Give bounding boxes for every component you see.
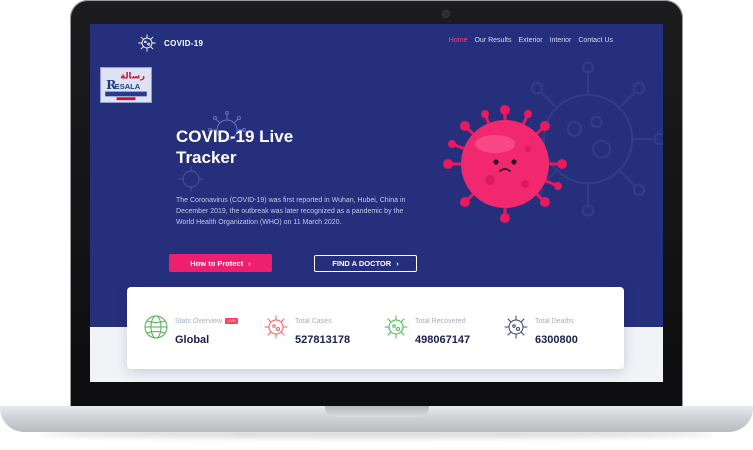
hero-description: The Coronavirus (COVID-19) was first rep… xyxy=(176,197,406,226)
outline-virus-small-icon xyxy=(178,166,204,192)
how-to-protect-button[interactable]: How to Protect › xyxy=(169,254,272,272)
svg-text:رسالة: رسالة xyxy=(120,71,145,81)
stat-total-cases-value: 527813178 xyxy=(295,334,351,346)
how-to-protect-label: How to Protect xyxy=(190,258,244,268)
screen: COVID-19 Home Our Results Exterior Inter… xyxy=(90,24,663,382)
nav-item-exterior[interactable]: Exterior xyxy=(518,37,542,44)
top-navbar: COVID-19 Home Our Results Exterior Inter… xyxy=(90,24,663,58)
stat-overview-value: Global xyxy=(175,334,210,346)
stat-total-deaths-label: Total Deaths xyxy=(535,318,574,325)
virus-icon xyxy=(504,315,528,339)
stat-total-deaths-value: 6300800 xyxy=(535,334,578,346)
live-badge: LIVE xyxy=(225,318,238,325)
chevron-right-icon: › xyxy=(396,259,399,268)
find-a-doctor-button[interactable]: FIND A DOCTOR › xyxy=(314,255,417,272)
hero-title-line2: Tracker xyxy=(176,148,237,167)
nav-menu: Home Our Results Exterior Interior Conta… xyxy=(449,37,613,44)
hero-title-line1: COVID-19 Live xyxy=(176,127,294,146)
brand[interactable]: COVID-19 xyxy=(136,32,203,54)
laptop-notch xyxy=(325,406,429,417)
chevron-right-icon: › xyxy=(248,258,251,268)
stats-card: Stats Overview LIVE Global Total Cases 52… xyxy=(127,287,624,369)
hero-title: COVID-19 Live Tracker xyxy=(176,126,376,168)
webcam xyxy=(443,11,449,17)
stat-total-recovered-value: 498067147 xyxy=(415,334,471,346)
virus-icon xyxy=(384,315,408,339)
nav-item-our-results[interactable]: Our Results xyxy=(474,37,511,44)
nav-item-home[interactable]: Home xyxy=(449,37,468,44)
stat-total-recovered-label: Total Recovered xyxy=(415,318,466,325)
stat-overview-label: Stats Overview LIVE xyxy=(175,318,238,325)
find-a-doctor-label: FIND A DOCTOR xyxy=(332,259,392,268)
brand-title: COVID-19 xyxy=(164,38,204,48)
svg-text:ESALA: ESALA xyxy=(115,82,141,91)
resala-logo: رسالة R ESALA xyxy=(100,67,152,103)
nav-item-interior[interactable]: Interior xyxy=(550,37,572,44)
stat-total-cases-label: Total Cases xyxy=(295,318,332,325)
virus-logo-icon xyxy=(138,34,156,52)
nav-item-contact-us[interactable]: Contact Us xyxy=(578,37,613,44)
virus-icon xyxy=(264,315,288,339)
globe-icon xyxy=(144,315,168,339)
virus-character-illustration xyxy=(443,105,567,223)
